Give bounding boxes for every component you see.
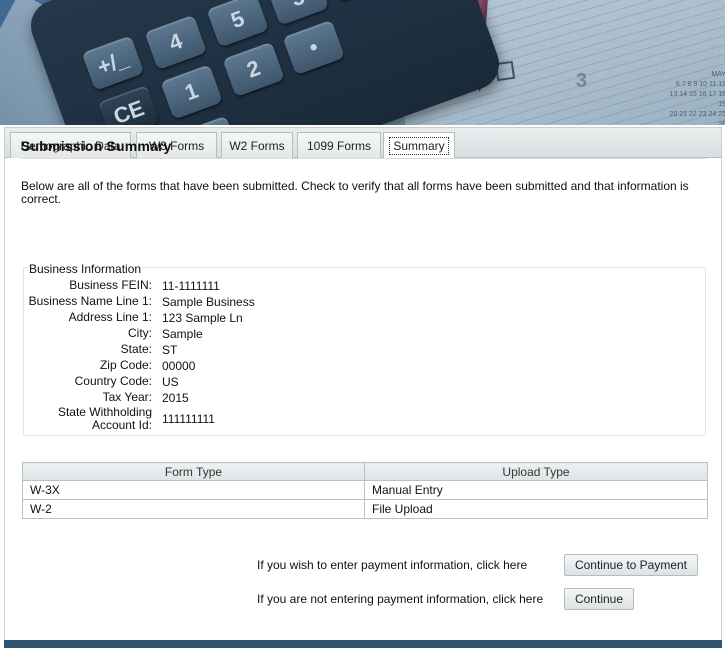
field-value: 11-1111111 [162,279,220,293]
footer-bar [4,640,722,648]
field-label: Business Name Line 1: [28,294,152,308]
header-banner-image: 3 MAY 6 7 8 9 10 11 12 13 14 15 16 17 18… [0,0,725,125]
field-value: 111111111 [162,412,215,426]
calc-key: 4 [144,14,207,71]
field-value: US [162,375,179,389]
intro-text: Below are all of the forms that have bee… [21,179,689,206]
upload-type-cell: File Upload [364,499,708,519]
calc-key: • [282,19,346,76]
field-label: Business FEIN: [69,278,152,292]
calc-key: + [326,0,389,2]
field-label: Zip Code: [99,358,152,372]
calendar-decoration: MAY 6 7 8 9 10 11 12 13 14 15 16 17 18 1… [669,71,725,125]
calc-key: 5 [206,0,270,48]
field-value: 00000 [162,359,196,373]
field-label: Tax Year: [102,390,152,404]
field-value: 2015 [162,391,189,405]
business-information-section: Business Information Business FEIN: 11-1… [23,262,706,436]
field-label: Country Code: [74,374,152,388]
field-value: 123 Sample Ln [162,311,243,325]
upload-type-cell: Manual Entry [364,480,708,500]
calc-key: 1 [160,64,223,120]
no-payment-prompt-text: If you are not entering payment informat… [257,592,544,606]
field-label: City: [128,326,152,340]
field-label: Address Line 1: [68,310,152,324]
field-value: Sample [162,327,203,341]
calc-key: +/_ [81,35,145,91]
section-legend: Business Information [28,262,143,276]
table-row: W-3X Manual Entry [22,480,708,500]
page-title: Submission Summary [21,138,707,159]
field-value: ST [162,343,178,357]
form-type-cell: W-2 [22,499,365,519]
field-value: Sample Business [162,295,255,309]
column-header: Form Type [22,462,365,481]
banner-number: 3 [576,70,588,92]
field-label: State Withholding Account Id: [57,405,152,432]
calc-key: 2 [222,41,285,98]
calc-key: 3 [266,0,330,26]
form-type-cell: W-3X [22,480,365,500]
continue-to-payment-button[interactable]: Continue to Payment [564,554,698,576]
calc-key: 0 [176,115,240,125]
field-label: State: [120,342,152,356]
calc-key: CE [97,84,161,125]
column-header: Upload Type [364,462,708,481]
payment-prompt-text: If you wish to enter payment information… [257,558,528,572]
submitted-forms-table: Form Type Upload Type W-3X Manual Entry … [22,462,708,519]
continue-button[interactable]: Continue [564,588,634,610]
table-header-row: Form Type Upload Type [22,462,708,481]
summary-panel: Demographic Data W3 Forms W2 Forms 1099 … [4,127,722,642]
table-row: W-2 File Upload [22,499,708,519]
